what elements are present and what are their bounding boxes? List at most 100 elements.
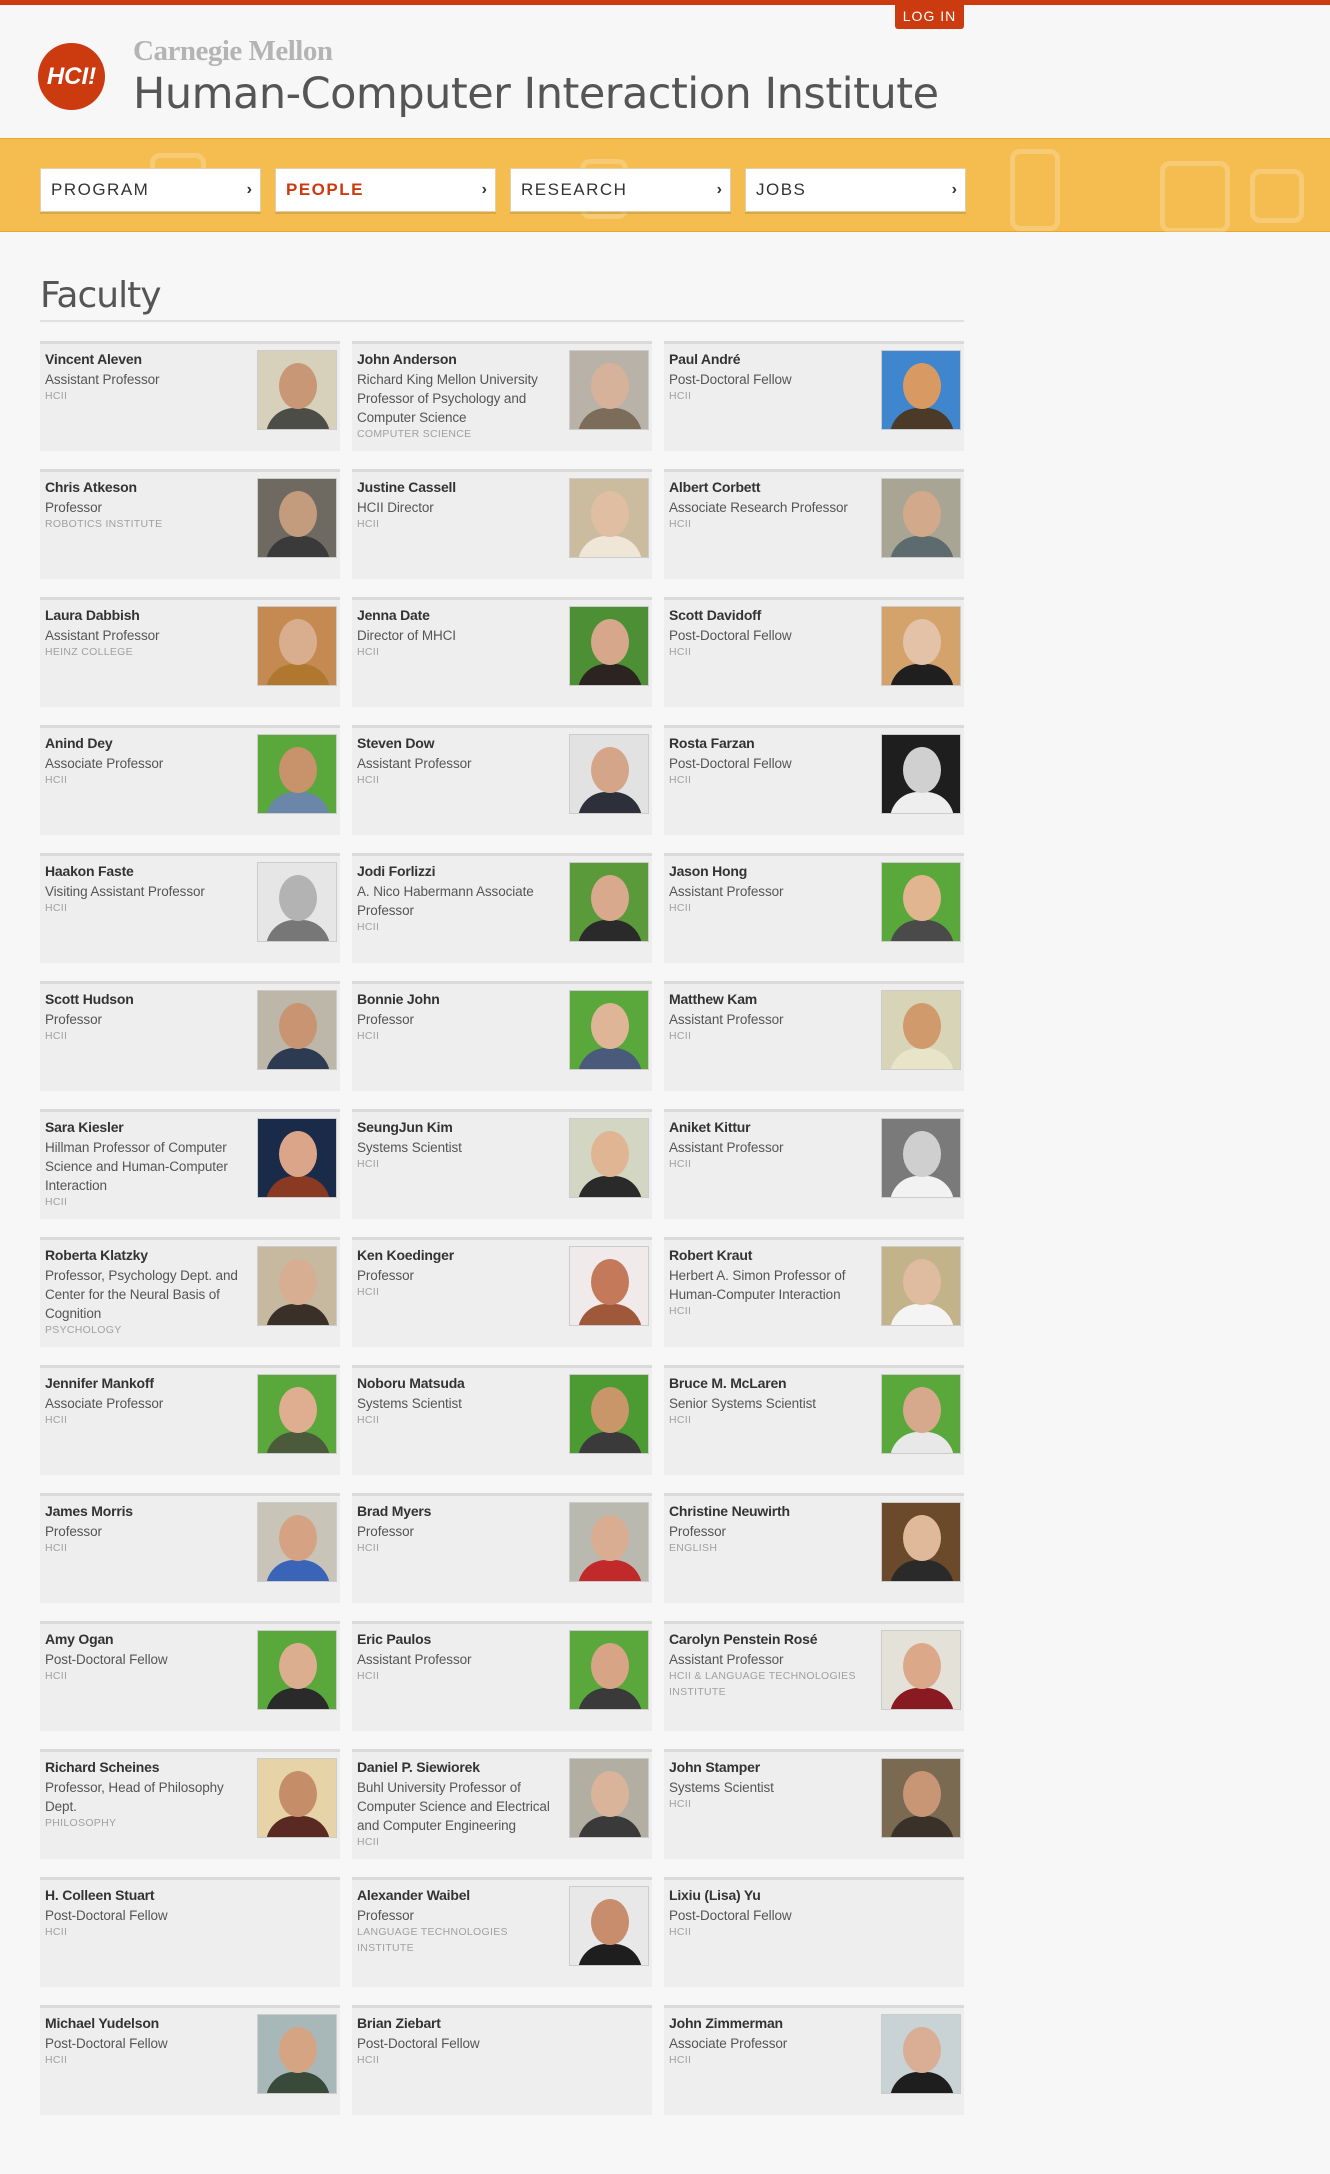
faculty-name[interactable]: Alexander Waibel — [357, 1887, 562, 1903]
faculty-card[interactable]: Brad Myers Professor HCII — [352, 1493, 652, 1603]
faculty-name[interactable]: Roberta Klatzky — [45, 1247, 250, 1263]
faculty-photo[interactable] — [257, 1118, 337, 1198]
faculty-name[interactable]: Justine Cassell — [357, 479, 562, 495]
faculty-photo[interactable] — [257, 1374, 337, 1454]
faculty-card[interactable]: Roberta Klatzky Professor, Psychology Dep… — [40, 1237, 340, 1347]
faculty-photo[interactable] — [569, 734, 649, 814]
faculty-card[interactable]: Rosta Farzan Post-Doctoral Fellow HCII — [664, 725, 964, 835]
faculty-card[interactable]: H. Colleen Stuart Post-Doctoral Fellow HCI… — [40, 1877, 340, 1987]
faculty-photo[interactable] — [257, 1630, 337, 1710]
faculty-photo[interactable] — [257, 606, 337, 686]
faculty-name[interactable]: Laura Dabbish — [45, 607, 250, 623]
faculty-card[interactable]: Bonnie John Professor HCII — [352, 981, 652, 1091]
faculty-name[interactable]: Noboru Matsuda — [357, 1375, 562, 1391]
faculty-photo[interactable] — [881, 1502, 961, 1582]
faculty-card[interactable]: Scott Davidoff Post-Doctoral Fellow HCII — [664, 597, 964, 707]
faculty-name[interactable]: John Anderson — [357, 351, 562, 367]
faculty-name[interactable]: Eric Paulos — [357, 1631, 562, 1647]
faculty-photo[interactable] — [881, 1630, 961, 1710]
faculty-card[interactable]: Scott Hudson Professor HCII — [40, 981, 340, 1091]
faculty-photo[interactable] — [257, 2014, 337, 2094]
faculty-card[interactable]: Alexander Waibel Professor LANGUAGE TECHNO… — [352, 1877, 652, 1987]
faculty-name[interactable]: Rosta Farzan — [669, 735, 874, 751]
faculty-name[interactable]: Chris Atkeson — [45, 479, 250, 495]
university-name[interactable]: Carnegie Mellon — [133, 35, 333, 68]
faculty-card[interactable]: Robert Kraut Herbert A. Simon Professor o… — [664, 1237, 964, 1347]
faculty-photo[interactable] — [569, 990, 649, 1070]
faculty-card[interactable]: Amy Ogan Post-Doctoral Fellow HCII — [40, 1621, 340, 1731]
faculty-card[interactable]: Laura Dabbish Assistant Professor HEINZ CO… — [40, 597, 340, 707]
faculty-card[interactable]: John Zimmerman Associate Professor HCII — [664, 2005, 964, 2115]
faculty-card[interactable]: Lixiu (Lisa) Yu Post-Doctoral Fellow HCII — [664, 1877, 964, 1987]
faculty-photo[interactable] — [257, 1502, 337, 1582]
faculty-name[interactable]: Bruce M. McLaren — [669, 1375, 874, 1391]
faculty-name[interactable]: Haakon Faste — [45, 863, 250, 879]
faculty-card[interactable]: James Morris Professor HCII — [40, 1493, 340, 1603]
faculty-name[interactable]: Michael Yudelson — [45, 2015, 250, 2031]
faculty-card[interactable]: Aniket Kittur Assistant Professor HCII — [664, 1109, 964, 1219]
faculty-photo[interactable] — [881, 1758, 961, 1838]
faculty-photo[interactable] — [257, 350, 337, 430]
faculty-card[interactable]: Noboru Matsuda Systems Scientist HCII — [352, 1365, 652, 1475]
faculty-name[interactable]: Ken Koedinger — [357, 1247, 562, 1263]
faculty-card[interactable]: Brian Ziebart Post-Doctoral Fellow HCII — [352, 2005, 652, 2115]
faculty-photo[interactable] — [569, 1246, 649, 1326]
faculty-name[interactable]: Sara Kiesler — [45, 1119, 250, 1135]
faculty-name[interactable]: Steven Dow — [357, 735, 562, 751]
faculty-photo[interactable] — [881, 990, 961, 1070]
nav-people[interactable]: PEOPLE › — [275, 168, 496, 212]
faculty-name[interactable]: Amy Ogan — [45, 1631, 250, 1647]
faculty-card[interactable]: Richard Scheines Professor, Head of Philo… — [40, 1749, 340, 1859]
faculty-card[interactable]: Bruce M. McLaren Senior Systems Scientist… — [664, 1365, 964, 1475]
faculty-photo[interactable] — [569, 1374, 649, 1454]
faculty-card[interactable]: Carolyn Penstein Rosé Assistant Professor… — [664, 1621, 964, 1731]
faculty-name[interactable]: John Zimmerman — [669, 2015, 874, 2031]
faculty-photo[interactable] — [257, 734, 337, 814]
faculty-name[interactable]: Vincent Aleven — [45, 351, 250, 367]
faculty-name[interactable]: Bonnie John — [357, 991, 562, 1007]
faculty-name[interactable]: Lixiu (Lisa) Yu — [669, 1887, 874, 1903]
faculty-photo[interactable] — [257, 478, 337, 558]
faculty-name[interactable]: SeungJun Kim — [357, 1119, 562, 1135]
faculty-card[interactable]: Michael Yudelson Post-Doctoral Fellow HCII — [40, 2005, 340, 2115]
faculty-photo[interactable] — [569, 1758, 649, 1838]
faculty-photo[interactable] — [569, 606, 649, 686]
faculty-name[interactable]: Jodi Forlizzi — [357, 863, 562, 879]
faculty-name[interactable]: Richard Scheines — [45, 1759, 250, 1775]
faculty-photo[interactable] — [881, 1374, 961, 1454]
faculty-photo[interactable] — [881, 862, 961, 942]
faculty-name[interactable]: Robert Kraut — [669, 1247, 874, 1263]
faculty-name[interactable]: Brian Ziebart — [357, 2015, 562, 2031]
faculty-photo[interactable] — [257, 1758, 337, 1838]
faculty-card[interactable]: Chris Atkeson Professor ROBOTICS INSTITUTE — [40, 469, 340, 579]
faculty-photo[interactable] — [569, 1886, 649, 1966]
faculty-name[interactable]: Matthew Kam — [669, 991, 874, 1007]
faculty-card[interactable]: Jason Hong Assistant Professor HCII — [664, 853, 964, 963]
faculty-photo[interactable] — [257, 1246, 337, 1326]
faculty-card[interactable]: Eric Paulos Assistant Professor HCII — [352, 1621, 652, 1731]
faculty-photo[interactable] — [569, 1118, 649, 1198]
faculty-photo[interactable] — [881, 478, 961, 558]
faculty-card[interactable]: Justine Cassell HCII Director HCII — [352, 469, 652, 579]
nav-program[interactable]: PROGRAM › — [40, 168, 261, 212]
faculty-card[interactable]: Jennifer Mankoff Associate Professor HCII — [40, 1365, 340, 1475]
faculty-card[interactable]: Jodi Forlizzi A. Nico Habermann Associate… — [352, 853, 652, 963]
faculty-name[interactable]: Brad Myers — [357, 1503, 562, 1519]
faculty-name[interactable]: Aniket Kittur — [669, 1119, 874, 1135]
faculty-photo[interactable] — [257, 990, 337, 1070]
faculty-photo[interactable] — [881, 606, 961, 686]
faculty-photo[interactable] — [881, 2014, 961, 2094]
faculty-name[interactable]: John Stamper — [669, 1759, 874, 1775]
faculty-name[interactable]: James Morris — [45, 1503, 250, 1519]
faculty-card[interactable]: Vincent Aleven Assistant Professor HCII — [40, 341, 340, 451]
faculty-card[interactable]: Christine Neuwirth Professor ENGLISH — [664, 1493, 964, 1603]
faculty-name[interactable]: Paul André — [669, 351, 874, 367]
login-button[interactable]: LOG IN — [895, 4, 964, 29]
faculty-card[interactable]: SeungJun Kim Systems Scientist HCII — [352, 1109, 652, 1219]
institute-name[interactable]: Human-Computer Interaction Institute — [133, 69, 939, 119]
faculty-photo[interactable] — [569, 350, 649, 430]
faculty-name[interactable]: Jennifer Mankoff — [45, 1375, 250, 1391]
faculty-photo[interactable] — [881, 1246, 961, 1326]
faculty-card[interactable]: Jenna Date Director of MHCI HCII — [352, 597, 652, 707]
faculty-card[interactable]: Ken Koedinger Professor HCII — [352, 1237, 652, 1347]
